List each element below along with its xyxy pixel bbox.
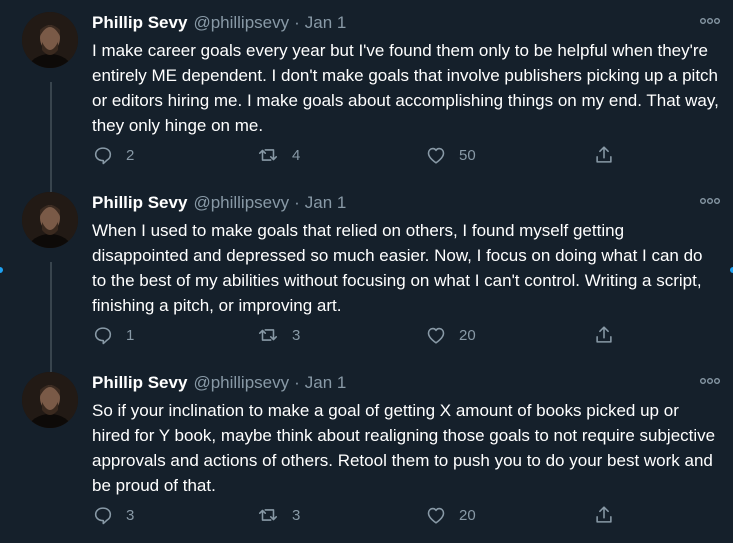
share-icon: [596, 506, 612, 523]
avatar-image: [22, 372, 78, 428]
reply-icon: [94, 507, 112, 525]
like-button[interactable]: 20: [425, 322, 476, 348]
tweet-header: Phillip Sevy @phillipsevy · Jan 1: [92, 12, 346, 34]
tweet-date[interactable]: Jan 1: [305, 13, 347, 32]
tweet[interactable]: Phillip Sevy @phillipsevy · Jan 1 I make ca…: [0, 0, 733, 180]
tweet-text: So if your inclination to make a goal of…: [92, 401, 716, 495]
avatar[interactable]: [22, 192, 78, 248]
retweet-button[interactable]: 3: [256, 502, 300, 528]
avatar-image: [22, 192, 78, 248]
tweet-actions: 3 3 20: [92, 502, 632, 528]
tweet-text: I make career goals every year but I've …: [92, 41, 719, 135]
reply-count: 3: [126, 506, 135, 524]
like-count: 20: [459, 326, 476, 344]
tweet-thread-page: { "thread": { "tweets": [ { "name": "Phi…: [0, 0, 733, 543]
avatar-image: [22, 12, 78, 68]
more-icon: [700, 377, 720, 384]
user-handle[interactable]: @phillipsevy: [193, 193, 289, 212]
reply-icon: [94, 327, 112, 345]
share-button[interactable]: [593, 322, 615, 348]
heart-icon: [427, 507, 445, 524]
more-options-button[interactable]: [699, 194, 721, 208]
user-handle[interactable]: @phillipsevy: [193, 13, 289, 32]
like-count: 50: [459, 146, 476, 164]
reply-icon: [94, 147, 112, 165]
separator-dot: ·: [294, 13, 300, 32]
reply-count: 2: [126, 146, 135, 164]
retweet-count: 3: [292, 326, 301, 344]
retweet-count: 4: [292, 146, 301, 164]
display-name[interactable]: Phillip Sevy: [92, 193, 187, 212]
tweet-header: Phillip Sevy @phillipsevy · Jan 1: [92, 192, 346, 214]
like-button[interactable]: 20: [425, 502, 476, 528]
share-icon: [596, 146, 612, 163]
more-options-button[interactable]: [699, 14, 721, 28]
retweet-icon: [258, 149, 278, 161]
share-icon: [596, 326, 612, 343]
tweet-text: When I used to make goals that relied on…: [92, 221, 703, 315]
tweet-header: Phillip Sevy @phillipsevy · Jan 1: [92, 372, 346, 394]
retweet-icon: [258, 329, 278, 341]
share-button[interactable]: [593, 502, 615, 528]
reply-button[interactable]: 2: [92, 142, 134, 168]
like-count: 20: [459, 506, 476, 524]
reply-button[interactable]: 1: [92, 322, 134, 348]
user-handle[interactable]: @phillipsevy: [193, 373, 289, 392]
avatar[interactable]: [22, 12, 78, 68]
avatar[interactable]: [22, 372, 78, 428]
tweet[interactable]: Phillip Sevy @phillipsevy · Jan 1 When I us…: [0, 180, 733, 360]
retweet-button[interactable]: 4: [256, 142, 300, 168]
tweet-date[interactable]: Jan 1: [305, 193, 347, 212]
display-name[interactable]: Phillip Sevy: [92, 373, 187, 392]
separator-dot: ·: [294, 193, 300, 212]
display-name[interactable]: Phillip Sevy: [92, 13, 187, 32]
tweet-actions: 1 3 20: [92, 322, 632, 348]
share-button[interactable]: [593, 142, 615, 168]
retweet-count: 3: [292, 506, 301, 524]
retweet-button[interactable]: 3: [256, 322, 300, 348]
like-button[interactable]: 50: [425, 142, 476, 168]
separator-dot: ·: [294, 373, 300, 392]
reply-button[interactable]: 3: [92, 502, 134, 528]
reply-count: 1: [126, 326, 135, 344]
more-icon: [700, 17, 720, 24]
tweet-actions: 2 4 50: [92, 142, 632, 168]
tweet[interactable]: Phillip Sevy @phillipsevy · Jan 1 So if you…: [0, 360, 733, 540]
heart-icon: [427, 327, 445, 344]
tweet-date[interactable]: Jan 1: [305, 373, 347, 392]
retweet-icon: [258, 509, 278, 521]
heart-icon: [427, 147, 445, 164]
more-options-button[interactable]: [699, 374, 721, 388]
more-icon: [700, 197, 720, 204]
